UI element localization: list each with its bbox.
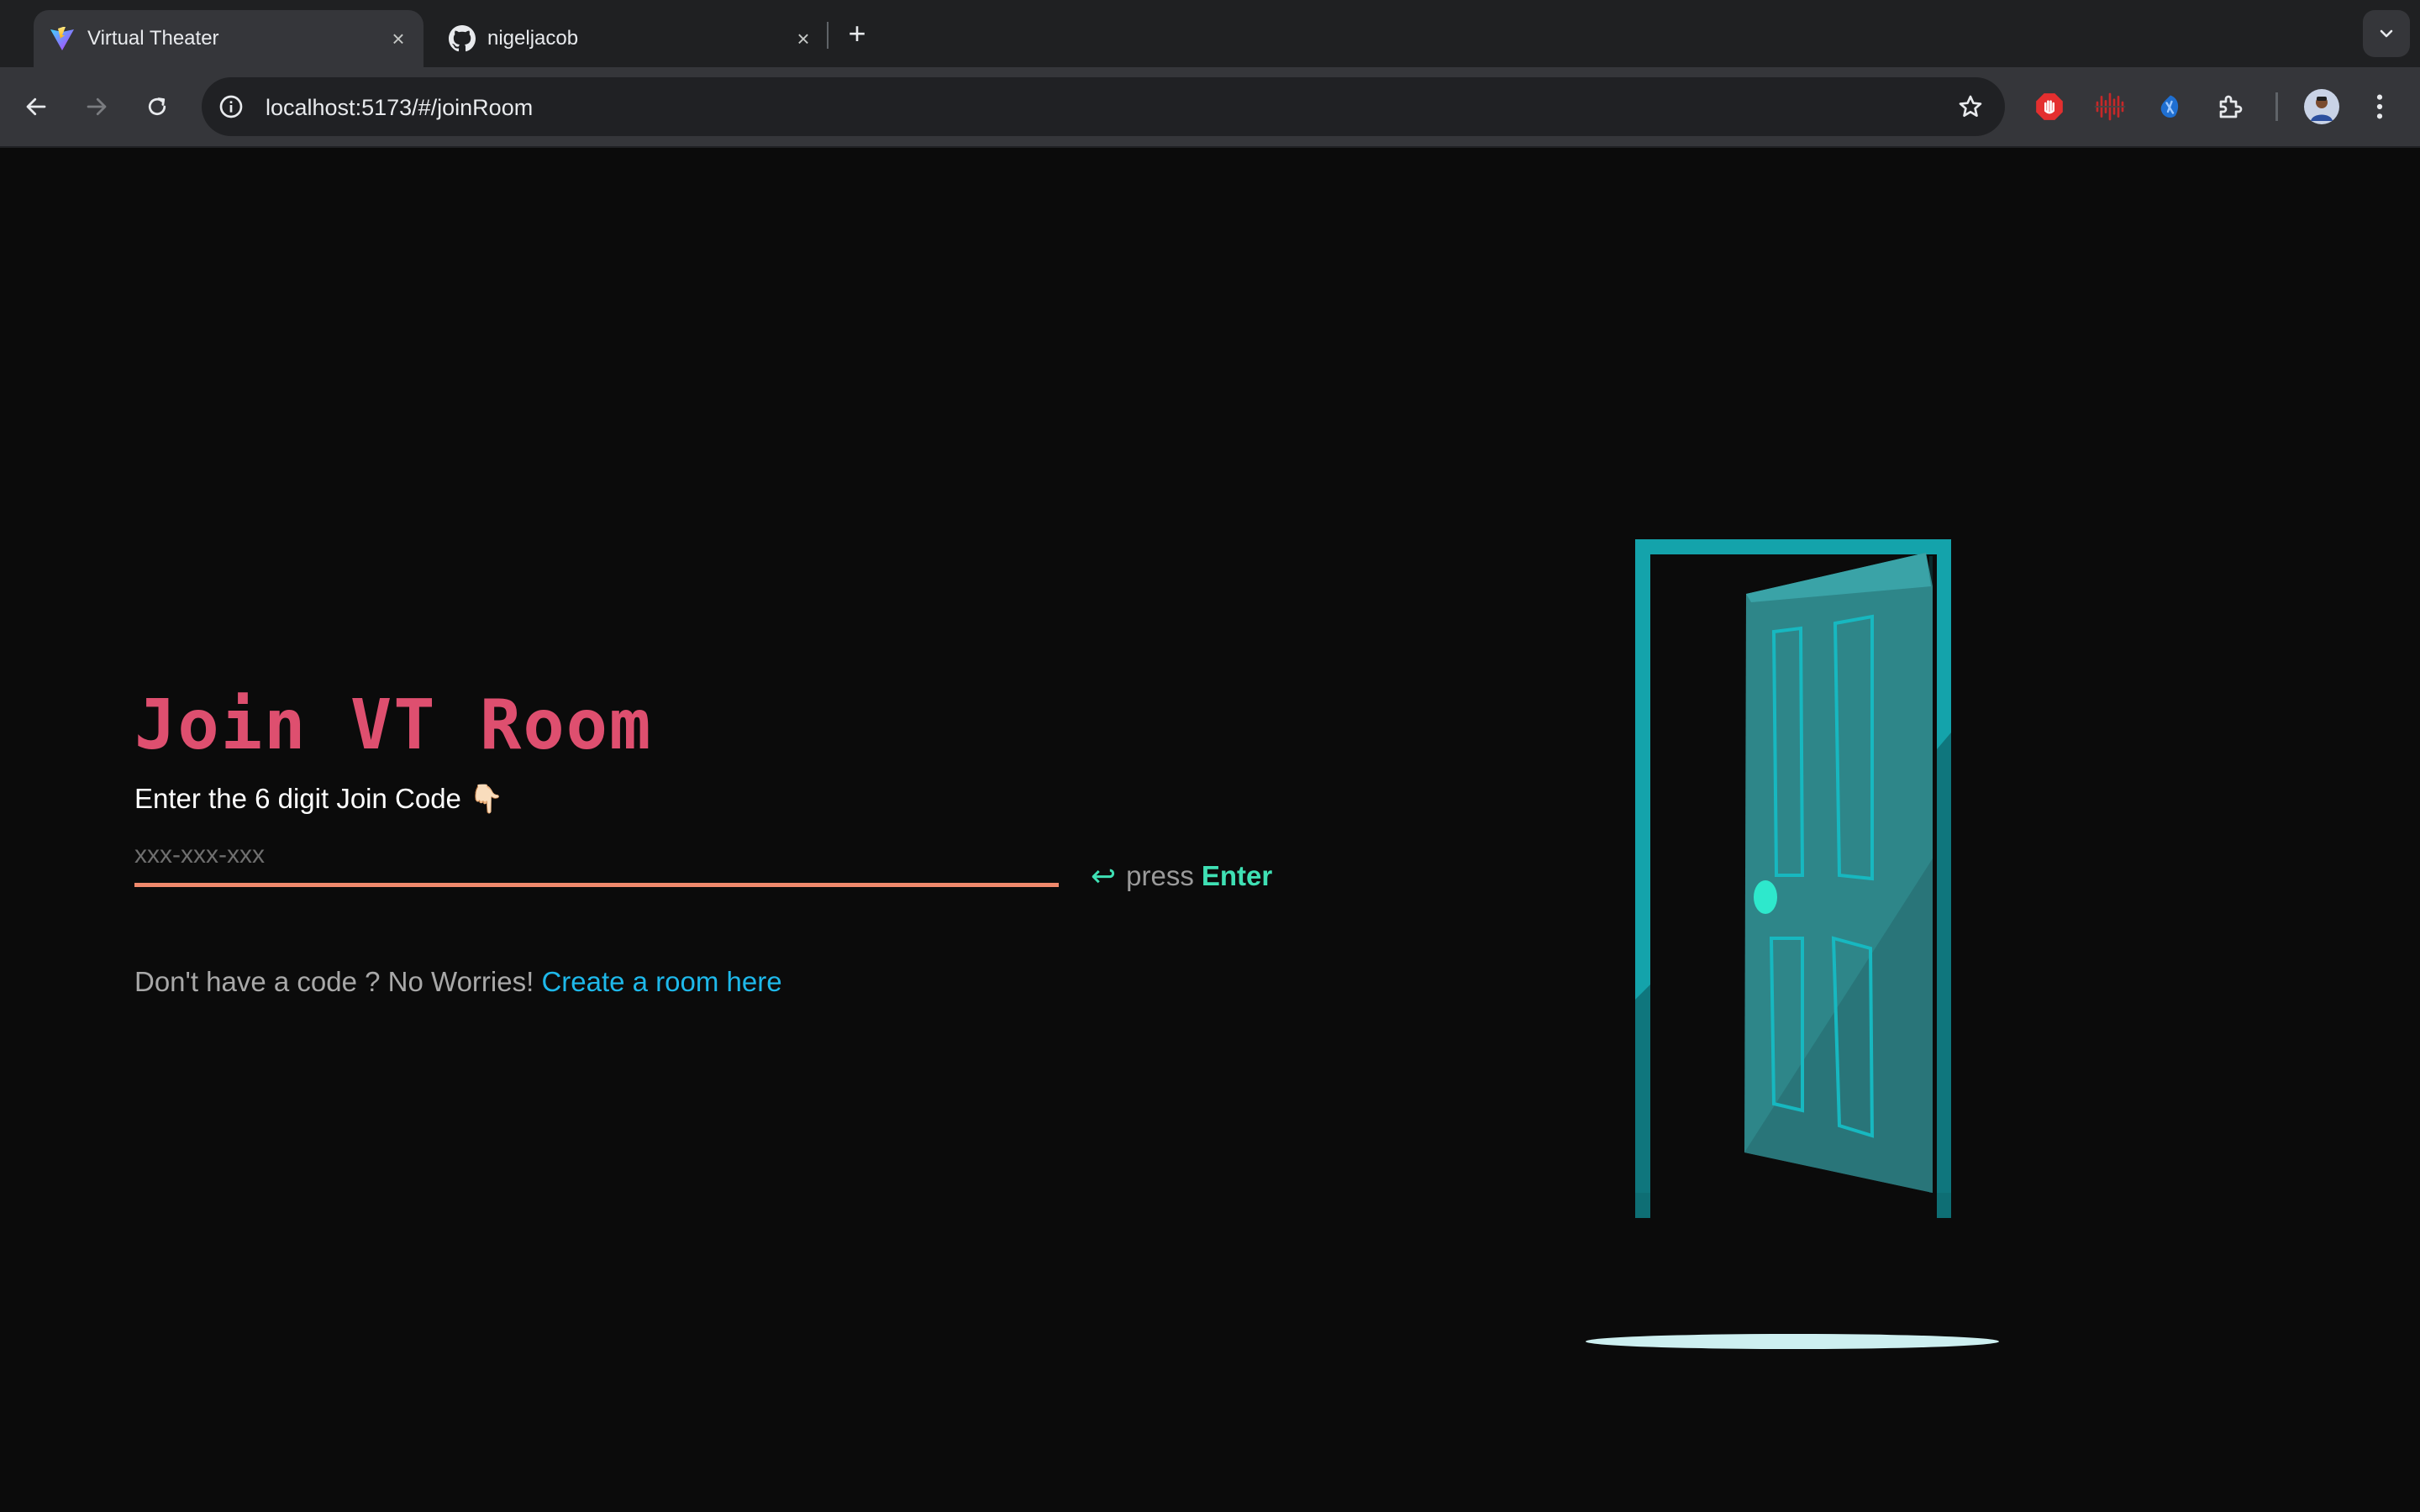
toolbar-separator — [2275, 92, 2278, 121]
no-code-text: Don't have a code ? No Worries! — [134, 966, 534, 997]
blue-extension-icon[interactable] — [2151, 87, 2190, 126]
address-bar[interactable]: localhost:5173/#/joinRoom — [202, 77, 2005, 136]
adblock-icon[interactable] — [2030, 87, 2069, 126]
join-code-prompt: Enter the 6 digit Join Code 👇🏻 — [134, 783, 504, 814]
tab-virtual-theater[interactable]: Virtual Theater × — [34, 10, 424, 67]
tab-github[interactable]: nigeljacob × — [434, 10, 829, 67]
arrow-right-icon — [87, 97, 107, 116]
forward-button[interactable] — [76, 86, 118, 128]
open-door-illustration — [1586, 539, 1999, 1349]
page-viewport: Join VT Room Enter the 6 digit Join Code… — [0, 148, 2420, 1512]
kebab-menu-icon — [2376, 94, 2383, 119]
tab-separator — [827, 22, 829, 49]
site-info-icon[interactable] — [213, 89, 249, 124]
arrow-left-icon — [26, 97, 46, 116]
page-title: Join VT Room — [134, 685, 653, 765]
github-icon — [447, 24, 477, 54]
tab-close-icon[interactable]: × — [790, 25, 817, 52]
press-label: press — [1126, 860, 1194, 891]
puzzle-extensions-icon[interactable] — [2212, 87, 2250, 126]
reload-icon — [148, 97, 166, 116]
browser-window: Virtual Theater × nigeljacob × + localho… — [0, 0, 2420, 1512]
tab-title: nigeljacob — [487, 27, 579, 50]
create-room-link[interactable]: Create a room here — [541, 966, 781, 997]
no-code-footer: Don't have a code ? No Worries! Create a… — [134, 966, 782, 998]
bookmark-star-icon[interactable] — [1953, 89, 1988, 124]
vite-logo-icon — [47, 24, 77, 54]
new-tab-button[interactable]: + — [839, 15, 876, 52]
url-text: localhost:5173/#/joinRoom — [266, 95, 534, 120]
chevron-down-icon — [2380, 29, 2393, 38]
tab-close-icon[interactable]: × — [385, 25, 412, 52]
reload-button[interactable] — [136, 86, 178, 128]
enter-key-icon: ↩ — [1091, 858, 1117, 893]
profile-avatar[interactable] — [2302, 87, 2341, 126]
enter-label: Enter — [1201, 860, 1273, 891]
press-enter-hint: ↩ press Enter — [1091, 858, 1272, 894]
join-code-input[interactable] — [134, 827, 1059, 887]
audio-waveform-extension-icon[interactable] — [2091, 87, 2129, 126]
back-button[interactable] — [15, 86, 57, 128]
tab-search-button[interactable] — [2363, 10, 2410, 57]
tab-title: Virtual Theater — [87, 27, 219, 50]
more-menu-button[interactable] — [2363, 87, 2396, 126]
tab-strip: Virtual Theater × nigeljacob × + — [0, 0, 2420, 67]
